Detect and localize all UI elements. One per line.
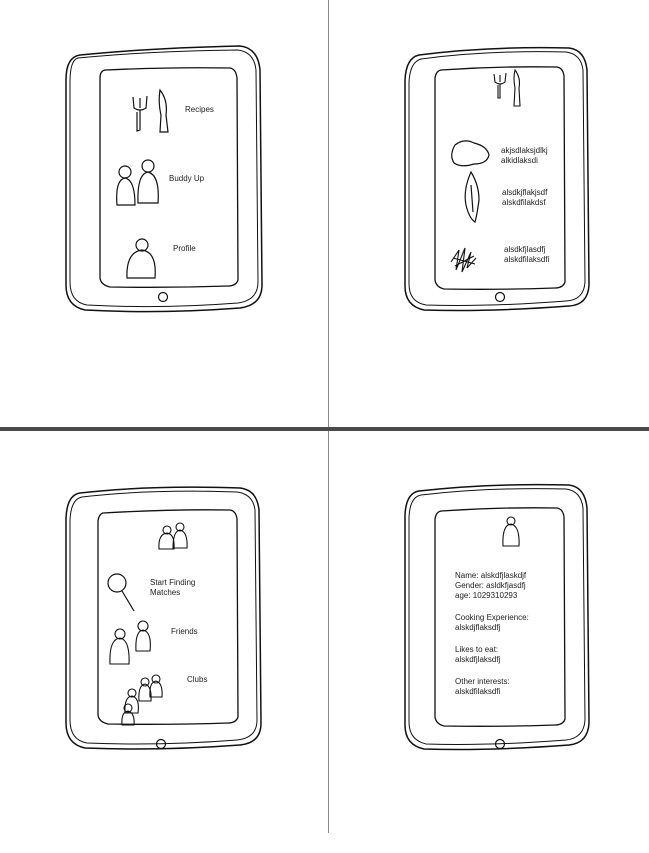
two-people-icon [158,522,188,550]
group-icon [121,674,163,726]
clubs-menu-item[interactable]: Clubs [187,675,207,685]
recipe-item-1[interactable]: akjsdlaksjdlkj alkidlaksdi [501,146,548,166]
profile-gender: Gender: asldkfjasdfj [455,581,526,590]
person-icon [502,516,520,547]
utensils-icon [132,88,169,133]
buddy-up-screen-sketch: Start Finding Matches Friends Clubs [0,433,320,853]
buddy-up-menu-item[interactable]: Buddy Up [169,174,204,184]
recipe-item-2-line1: alsdkjflakjsdf [502,188,548,197]
other-interests-value: alskdfilaksdfi [455,687,501,696]
recipes-menu-item[interactable]: Recipes [185,105,214,115]
profile-name: Name: alskdfjlaskdjf [455,571,527,580]
tablet-frame [65,45,263,313]
magnifier-icon [107,573,135,612]
recipes-screen-sketch: akjsdlaksjdlkj alkidlaksdi alsdkjflakjsd… [329,0,649,420]
profile-details: Name: alskdfjlaskdjf Gender: asldkfjasdf… [455,571,529,697]
tablet-frame [404,46,590,312]
profile-screen-sketch: Name: alskdfjlaskdjf Gender: asldkfjasdf… [329,433,649,853]
recipe-item-2-line2: alskdfilakdsf [502,198,546,207]
likes-to-eat-label: Likes to eat: [455,645,499,654]
profile-age: age: 1029310293 [455,591,518,600]
recipe-item-3[interactable]: alsdkfjlasdfj alskdfilaksdfi [504,245,549,265]
home-screen-sketch: Recipes Buddy Up Profile [0,0,320,420]
likes-to-eat-value: alskdfjlaksdfj [455,655,501,664]
recipe-item-3-line1: alsdkfjlasdfj [504,245,546,254]
two-people-icon [116,159,159,206]
utensils-icon [493,68,521,107]
cooking-experience-value: alskdjflaksdfj [455,623,501,632]
profile-menu-item[interactable]: Profile [173,244,196,254]
person-icon [126,238,156,279]
start-finding-matches-menu-item[interactable]: Start Finding Matches [150,578,195,598]
cooking-experience-label: Cooking Experience: [455,613,529,622]
scribble-food-icon [450,247,477,273]
two-people-icon [109,620,151,665]
recipe-item-2[interactable]: alsdkjflakjsdf alskdfilakdsf [502,188,547,208]
horizontal-divider [0,427,649,431]
meat-icon [451,140,490,167]
other-interests-label: Other interests: [455,677,510,686]
recipe-item-3-line2: alskdfilaksdfi [504,255,550,264]
recipe-item-1-line1: akjsdlaksjdlkj [501,146,548,155]
tablet-frame [65,486,262,750]
recipe-item-1-line2: alkidlaksdi [501,156,538,165]
friends-menu-item[interactable]: Friends [171,627,198,637]
fish-icon [464,170,480,223]
